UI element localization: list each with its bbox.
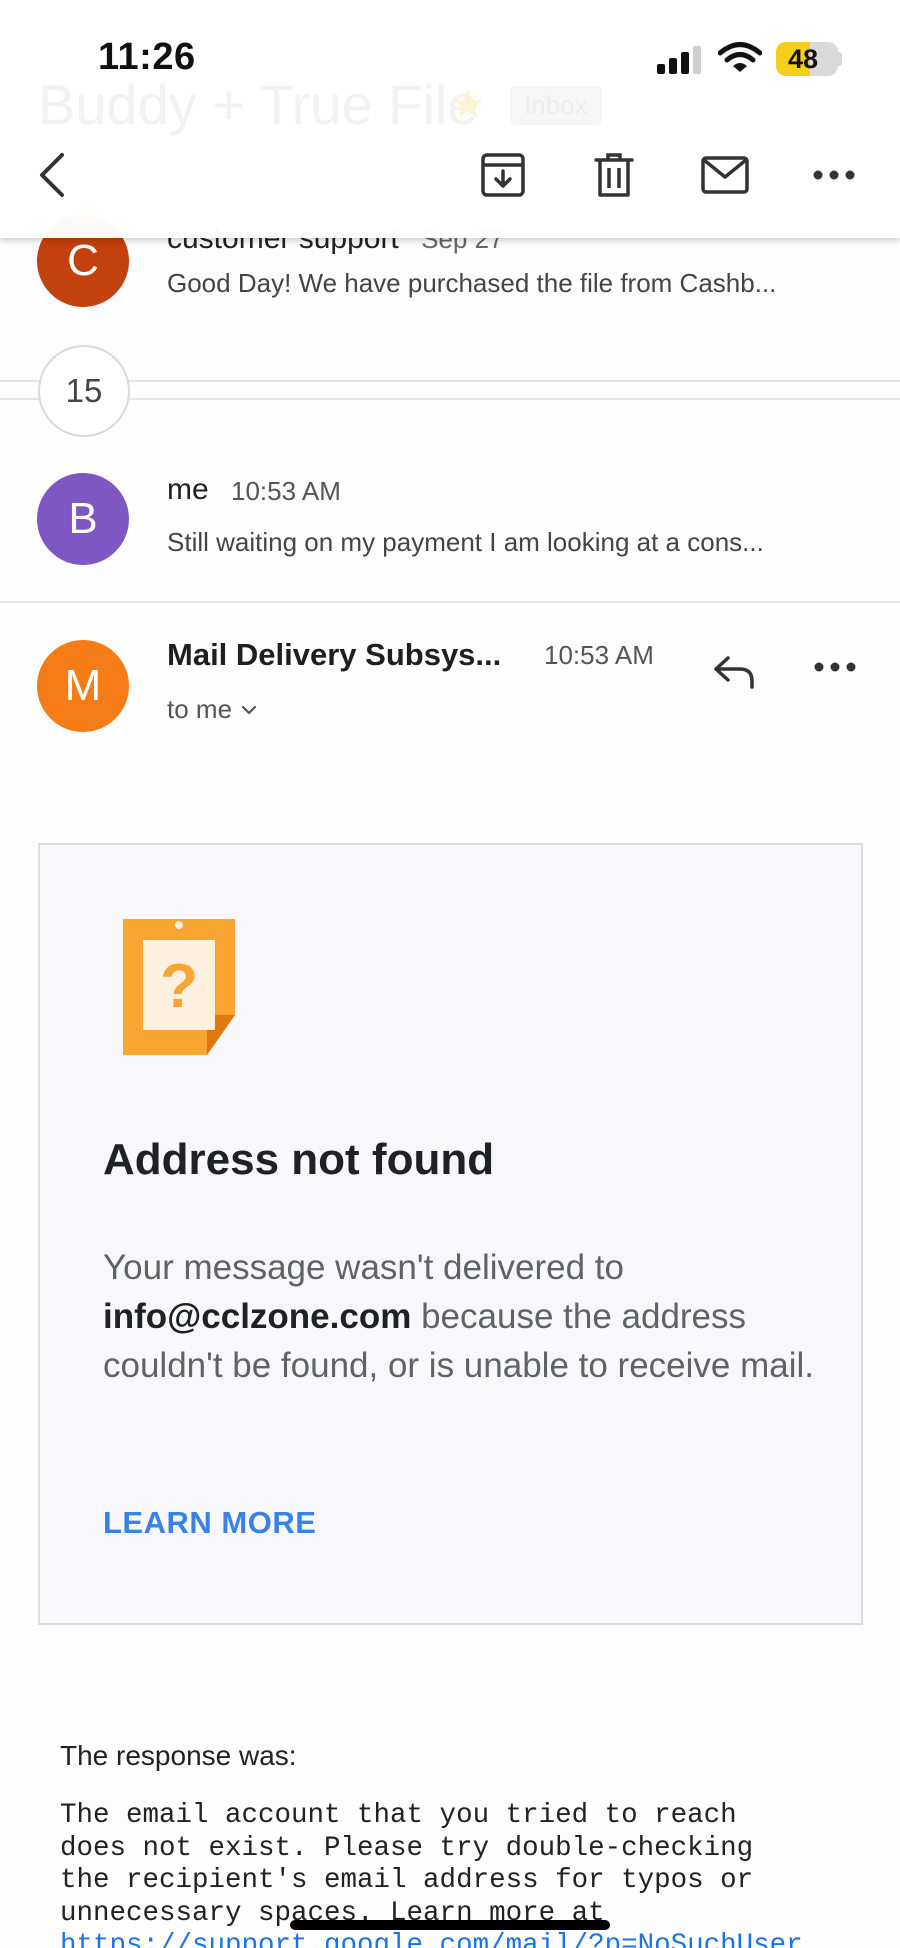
more-icon xyxy=(814,662,856,672)
top-toolbar: Buddy + True File ★ Inbox 11:26 48 xyxy=(0,0,900,238)
avatar-letter: B xyxy=(68,494,98,543)
sender-name: me xyxy=(167,473,209,506)
message-snippet[interactable]: Good Day! We have purchased the file fro… xyxy=(167,268,776,299)
divider xyxy=(0,398,900,400)
back-button[interactable] xyxy=(22,145,82,205)
collapsed-messages-count[interactable]: 15 xyxy=(38,345,130,437)
home-indicator[interactable] xyxy=(290,1920,610,1930)
message-time: 10:53 AM xyxy=(544,640,654,670)
avatar[interactable]: M xyxy=(37,640,129,732)
recipient-label: to me xyxy=(167,694,233,724)
recipient-details-toggle[interactable]: to me xyxy=(167,694,258,725)
battery-cap xyxy=(838,52,842,66)
message-more-button[interactable] xyxy=(805,642,865,692)
divider xyxy=(0,380,900,382)
reply-button[interactable] xyxy=(705,642,765,702)
avatar[interactable]: B xyxy=(37,473,129,565)
battery-icon: 48 xyxy=(776,42,838,76)
wifi-icon xyxy=(718,42,762,72)
message-snippet[interactable]: Still waiting on my payment I am looking… xyxy=(167,527,764,558)
sender-name: Mail Delivery Subsys... xyxy=(167,637,502,672)
inbox-label: Inbox xyxy=(510,86,602,125)
card-body: Your message wasn't delivered to info@cc… xyxy=(103,1243,823,1390)
response-label: The response was: xyxy=(60,1740,297,1771)
battery-level: 48 xyxy=(787,44,819,74)
failed-address: info@cclzone.com xyxy=(103,1297,412,1336)
divider xyxy=(0,601,900,603)
response-line: The email account that you tried to reac… xyxy=(60,1800,737,1831)
archive-icon xyxy=(481,153,525,197)
body-text: Your message wasn't delivered to xyxy=(103,1248,624,1287)
archive-button[interactable] xyxy=(473,145,533,205)
back-arrow-icon xyxy=(40,153,64,197)
count-label: 15 xyxy=(65,372,103,409)
svg-text:?: ? xyxy=(160,952,198,1021)
avatar-letter: M xyxy=(64,661,102,710)
mail-icon xyxy=(701,156,749,194)
avatar-letter: C xyxy=(67,236,99,285)
toolbar-more-button[interactable] xyxy=(804,145,864,205)
delivery-failure-card: ? Address not found Your message wasn't … xyxy=(38,843,863,1625)
more-icon xyxy=(813,170,855,180)
learn-more-link[interactable]: LEARN MORE xyxy=(103,1505,316,1541)
response-line: does not exist. Please try double-checki… xyxy=(60,1832,754,1864)
chevron-down-icon xyxy=(241,705,257,714)
mark-unread-button[interactable] xyxy=(695,145,755,205)
support-link[interactable]: https://support.google.com/mail/?p=NoSuc… xyxy=(60,1930,860,1948)
status-time: 11:26 xyxy=(98,36,196,78)
response-line: the recipient's email address for typos … xyxy=(60,1865,754,1896)
thread-subject: Buddy + True File xyxy=(38,73,479,136)
card-title: Address not found xyxy=(103,1135,495,1184)
cellular-signal-icon xyxy=(657,44,703,74)
trash-icon xyxy=(594,153,634,197)
message-time: 10:53 AM xyxy=(231,476,341,506)
reply-icon xyxy=(714,656,754,689)
star-icon: ★ xyxy=(450,83,486,127)
delete-button[interactable] xyxy=(584,145,644,205)
unknown-address-icon: ? xyxy=(123,919,235,1055)
